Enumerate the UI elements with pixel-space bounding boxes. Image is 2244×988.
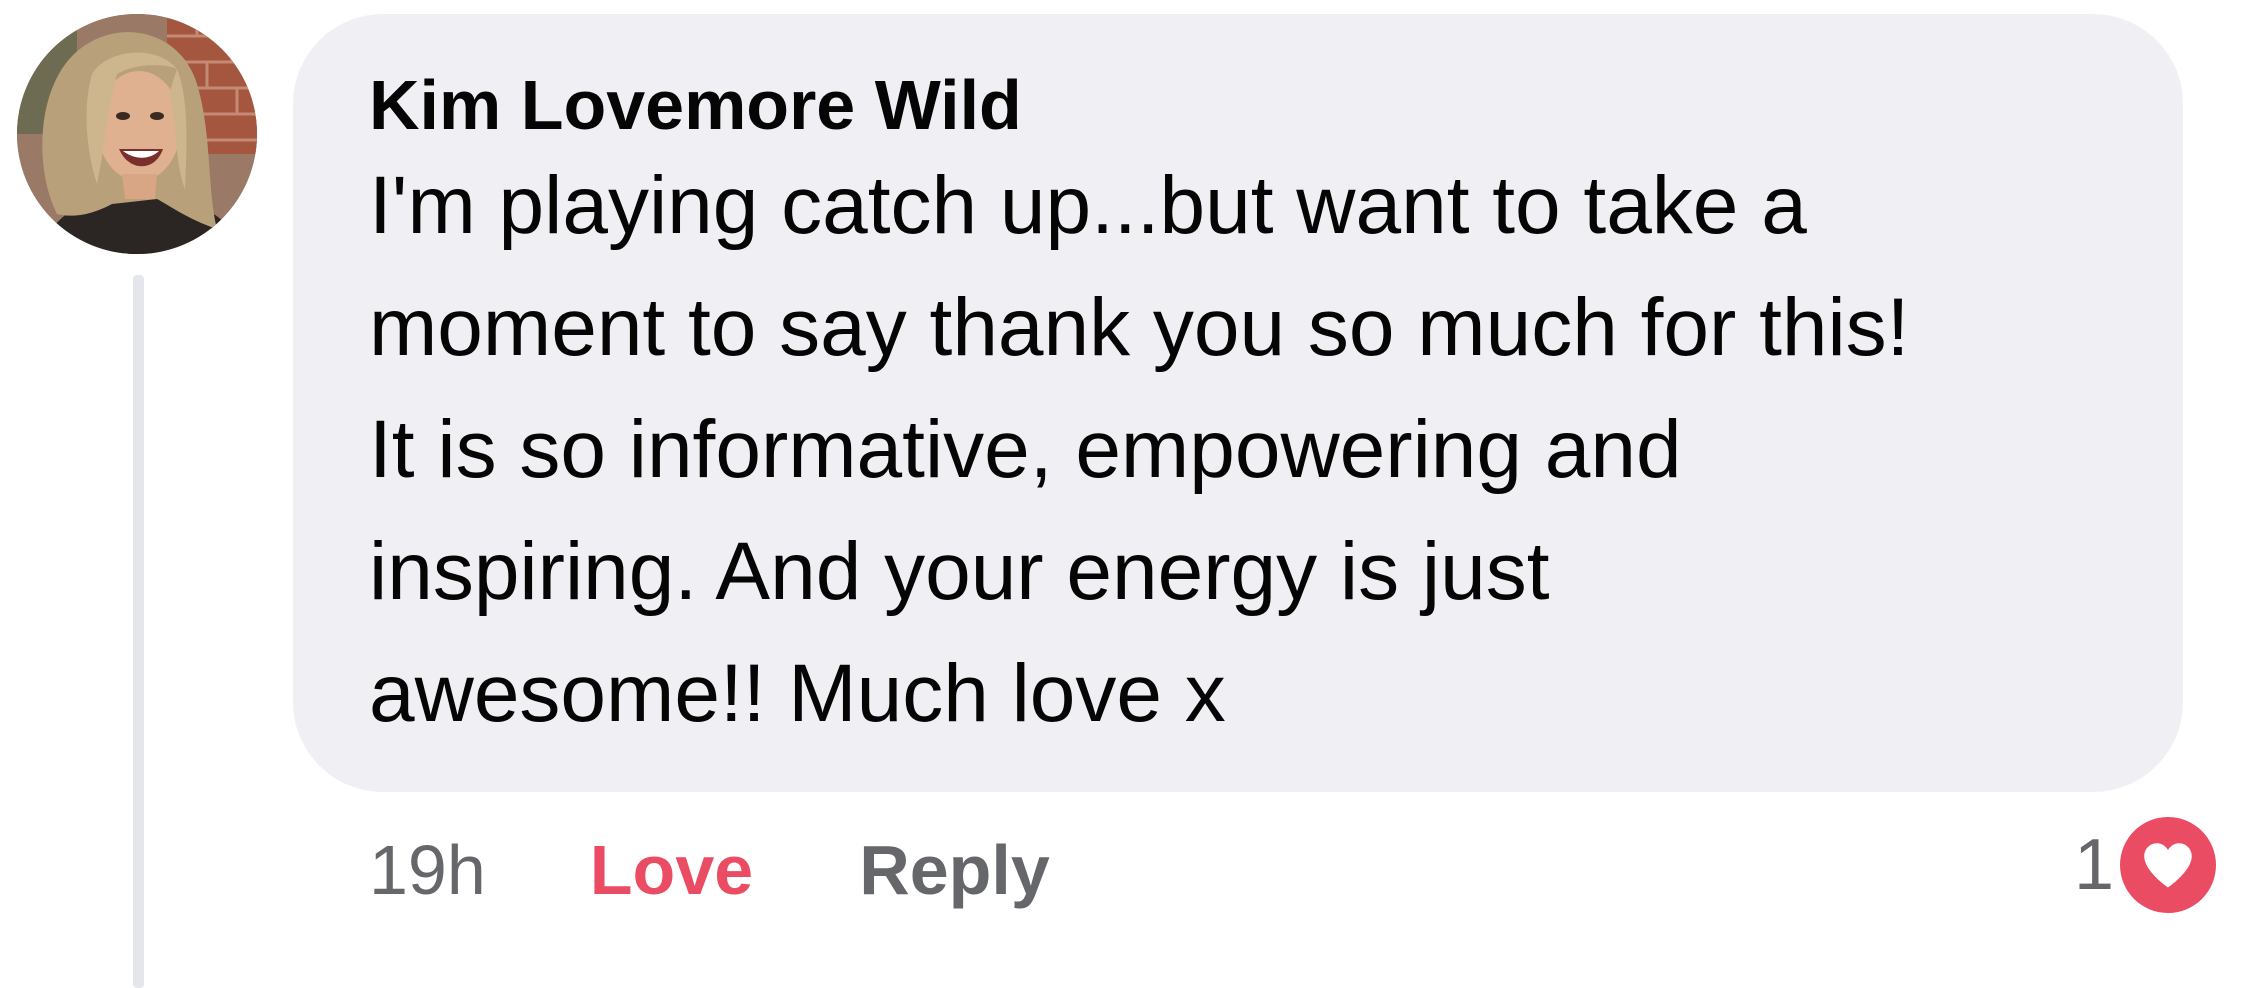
comment-actions: 19h Love Reply bbox=[369, 825, 1050, 915]
comment-author[interactable]: Kim Lovemore Wild bbox=[369, 66, 2123, 144]
reaction-summary[interactable]: 1 bbox=[2074, 817, 2216, 913]
comment-bubble: Kim Lovemore Wild I'm playing catch up..… bbox=[293, 14, 2183, 792]
thread-line bbox=[133, 275, 144, 988]
reaction-count: 1 bbox=[2073, 825, 2114, 905]
love-button[interactable]: Love bbox=[590, 830, 753, 910]
avatar[interactable] bbox=[17, 14, 257, 254]
heart-icon bbox=[2120, 817, 2216, 913]
profile-photo-icon bbox=[17, 14, 257, 254]
reply-button[interactable]: Reply bbox=[859, 830, 1050, 910]
comment: Kim Lovemore Wild I'm playing catch up..… bbox=[0, 0, 2244, 988]
comment-timestamp[interactable]: 19h bbox=[369, 830, 486, 910]
comment-text: I'm playing catch up...but want to take … bbox=[369, 160, 1910, 739]
